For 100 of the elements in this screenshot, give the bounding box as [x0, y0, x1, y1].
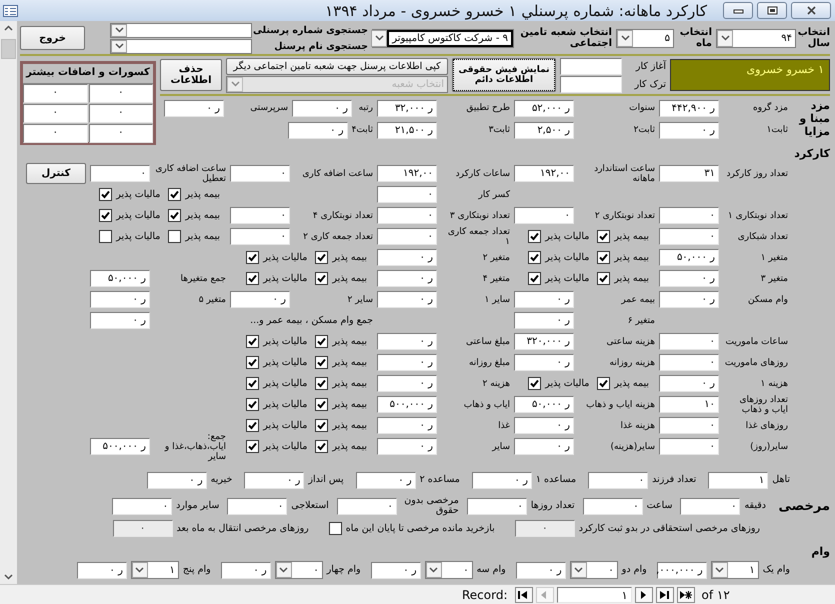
text-field[interactable]: ۰ [659, 228, 719, 245]
text-field[interactable]: ر ۲۱,۵۰۰ [377, 122, 437, 138]
checkbox[interactable] [315, 419, 328, 432]
checkbox[interactable] [597, 230, 610, 243]
text-field[interactable]: ۰ [230, 165, 290, 182]
dropdown-button[interactable] [426, 562, 442, 578]
text-field[interactable]: ر ۰ [472, 472, 532, 488]
text-field[interactable]: ۰ [230, 207, 290, 224]
checkbox[interactable] [246, 356, 260, 369]
scrollbar[interactable] [0, 21, 17, 584]
checkbox[interactable] [246, 440, 260, 453]
checkbox[interactable] [528, 230, 542, 243]
combo-box[interactable]: ۰ [570, 561, 618, 579]
combo-box[interactable]: ۰ [274, 561, 323, 579]
text-field[interactable]: ۰ [88, 104, 153, 123]
checkbox[interactable] [315, 251, 328, 264]
combo-box[interactable]: ۱ [130, 561, 179, 579]
checkbox[interactable] [99, 209, 112, 222]
text-field[interactable]: ۳۱ [659, 165, 719, 182]
text-field[interactable]: ۰ [659, 333, 719, 350]
text-field[interactable]: ر ۰ [514, 312, 574, 329]
text-field[interactable]: ر ۰ [659, 375, 719, 392]
text-field[interactable]: ۰ [230, 228, 290, 245]
text-field[interactable]: ر ۰ [146, 472, 207, 488]
checkbox[interactable] [168, 188, 182, 201]
text-field[interactable]: ۰ [377, 207, 437, 224]
text-field[interactable]: ۱ [708, 472, 768, 488]
combo-box[interactable]: ۹۴ [716, 28, 796, 48]
text-field[interactable]: ۰ [90, 165, 150, 182]
combo-box[interactable] [110, 38, 252, 54]
checkbox[interactable] [315, 356, 328, 369]
text-field[interactable]: ر ۰ [514, 354, 574, 371]
text-field[interactable]: ر ۰ [76, 562, 127, 578]
checkbox[interactable] [315, 377, 328, 390]
checkbox[interactable] [168, 209, 182, 222]
text-field[interactable]: ۰ [588, 472, 648, 488]
text-field[interactable]: ر ۵۰,۰۰۰ [90, 270, 150, 287]
text-field[interactable]: ر ۰ [377, 375, 437, 392]
text-field[interactable]: ۰ [88, 84, 153, 103]
dropdown-button[interactable] [712, 562, 728, 578]
text-field[interactable]: ر ۵۰,۰۰۰ [659, 249, 719, 266]
text-field[interactable]: ر ۵۰,۰۰۰ [514, 396, 574, 413]
text-field[interactable]: ر ۰ [90, 312, 150, 329]
text-field[interactable]: ۰ [659, 417, 719, 434]
dropdown-button[interactable] [111, 40, 127, 52]
text-field[interactable]: ۰ [680, 498, 740, 514]
text-field[interactable]: ر ۰ [377, 270, 437, 287]
text-field[interactable]: ر ۰ [288, 122, 348, 138]
text-field[interactable]: ۰ [659, 207, 719, 224]
dropdown-button[interactable] [276, 562, 292, 578]
checkbox[interactable] [246, 272, 260, 285]
checkbox[interactable] [315, 272, 328, 285]
dropdown-button[interactable] [371, 30, 388, 46]
text-field[interactable] [560, 76, 622, 92]
checkbox[interactable] [528, 272, 542, 285]
text-field[interactable]: ۰ [582, 498, 643, 514]
text-field[interactable]: ر ۲,۵۰۰ [514, 122, 574, 138]
text-field[interactable]: ۰ [466, 498, 527, 514]
text-field[interactable]: ر ۰ [90, 291, 150, 308]
checkbox[interactable] [315, 335, 328, 348]
dropdown-button[interactable] [132, 562, 148, 578]
text-field[interactable]: ر ۰ [377, 354, 437, 371]
combo-box[interactable]: ۹ - شرکت کاکتوس کامپیوتر [372, 28, 514, 48]
text-field[interactable]: ر ۳۲,۰۰۰ [377, 100, 437, 116]
checkbox[interactable] [528, 377, 542, 390]
checkbox[interactable] [597, 251, 610, 264]
checkbox[interactable] [597, 377, 610, 390]
checkbox[interactable] [328, 522, 342, 534]
text-field[interactable]: ر ۰ [514, 291, 574, 308]
checkbox[interactable] [315, 398, 328, 411]
text-field[interactable]: ر ۰ [377, 417, 437, 434]
checkbox[interactable] [246, 419, 260, 432]
text-field[interactable]: ۰ [659, 354, 719, 371]
first-record-button[interactable] [514, 586, 533, 602]
text-field[interactable]: ر ۰ [377, 438, 437, 455]
copy-button[interactable]: کپی اطلاعات پرسنل جهت شعبه تامین اجتماعی دیگر [226, 58, 448, 74]
text-field[interactable]: ر ۰ [514, 438, 574, 455]
text-field[interactable]: ر ۰ [377, 249, 437, 266]
checkbox[interactable] [246, 335, 260, 348]
text-field[interactable]: ۰ [377, 186, 437, 203]
close-button[interactable] [791, 2, 831, 19]
text-field[interactable]: ۰ [227, 498, 288, 514]
checkbox[interactable] [246, 251, 260, 264]
text-field[interactable]: ر ۵۲,۰۰۰ [514, 100, 574, 116]
dropdown-button[interactable] [570, 562, 587, 578]
dropdown-button[interactable] [717, 30, 733, 46]
text-field[interactable]: ر ۴۴۲,۹۰۰ [659, 100, 719, 116]
minimize-button[interactable] [723, 2, 753, 19]
text-field[interactable]: ر ۳۲۰,۰۰۰ [514, 333, 574, 350]
text-field[interactable]: ر ۰ [164, 100, 224, 116]
text-field[interactable]: ر ۵۰۰,۰۰۰ [377, 396, 437, 413]
control-button[interactable]: کنترل [26, 163, 86, 184]
text-field[interactable]: ر ۰ [292, 100, 352, 116]
checkbox[interactable] [99, 230, 112, 243]
next-record-button[interactable] [634, 586, 653, 602]
text-field[interactable]: ر ۰ [514, 417, 574, 434]
checkbox[interactable] [315, 440, 328, 453]
delete-button[interactable]: حذف اطلاعات [160, 59, 222, 91]
combo-box[interactable]: ۰ [424, 561, 473, 579]
text-field[interactable]: ۰ [112, 498, 172, 514]
